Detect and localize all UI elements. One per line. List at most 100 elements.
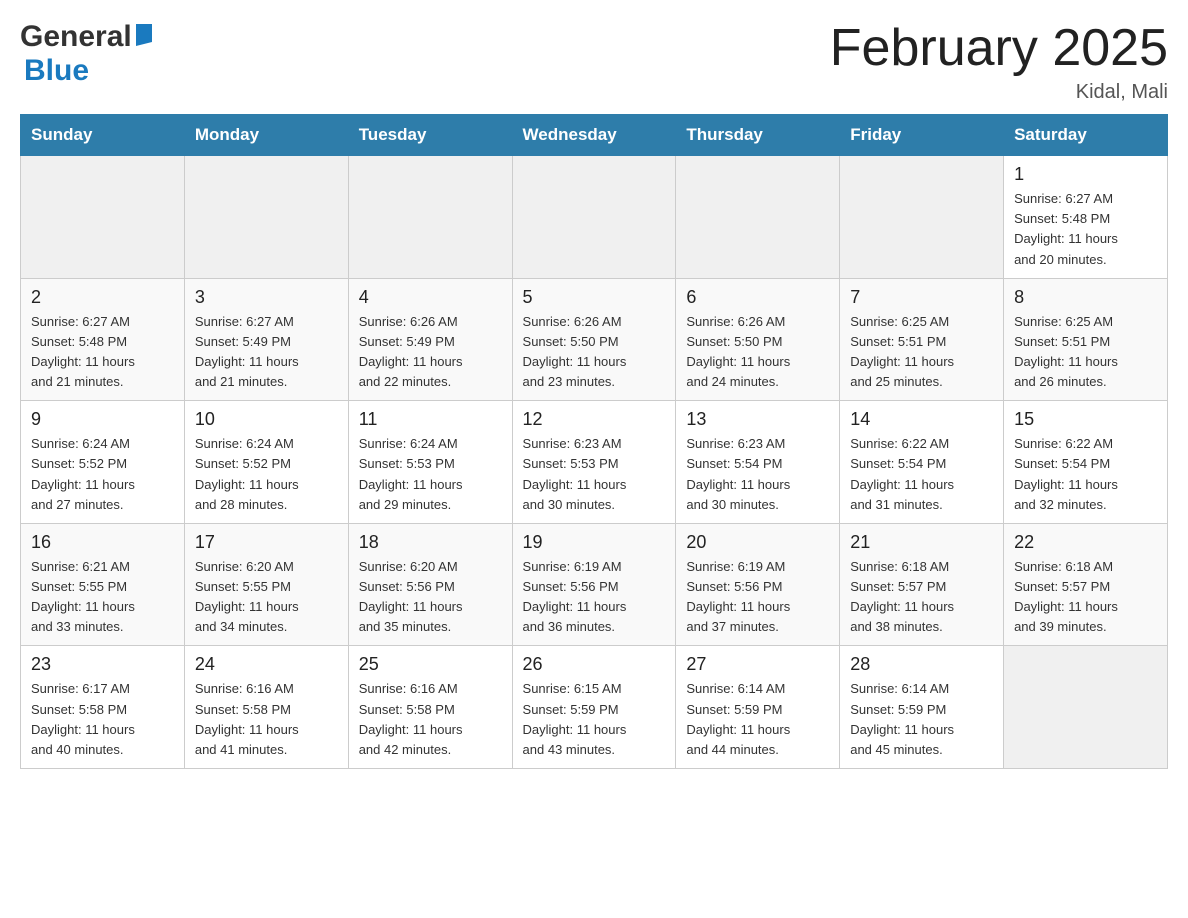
day-info: Sunrise: 6:27 AM Sunset: 5:49 PM Dayligh… (195, 312, 338, 393)
calendar-cell: 22 Sunrise: 6:18 AM Sunset: 5:57 PM Dayli… (1004, 523, 1168, 646)
day-info: Sunrise: 6:15 AM Sunset: 5:59 PM Dayligh… (523, 679, 666, 760)
day-number: 25 (359, 654, 502, 675)
day-info: Sunrise: 6:18 AM Sunset: 5:57 PM Dayligh… (1014, 557, 1157, 638)
calendar-cell: 5 Sunrise: 6:26 AM Sunset: 5:50 PM Daylig… (512, 278, 676, 401)
day-info: Sunrise: 6:25 AM Sunset: 5:51 PM Dayligh… (850, 312, 993, 393)
calendar-cell: 17 Sunrise: 6:20 AM Sunset: 5:55 PM Dayli… (184, 523, 348, 646)
weekday-header-monday: Monday (184, 115, 348, 156)
day-number: 5 (523, 287, 666, 308)
day-number: 22 (1014, 532, 1157, 553)
location-label: Kidal, Mali (830, 81, 1168, 104)
calendar-cell: 9Sunrise: 6:24 AM Sunset: 5:52 PM Daylig… (21, 401, 185, 524)
calendar-cell: 12 Sunrise: 6:23 AM Sunset: 5:53 PM Dayli… (512, 401, 676, 524)
logo-flag-icon (134, 24, 154, 51)
calendar-week-row: 16 Sunrise: 6:21 AM Sunset: 5:55 PM Dayli… (21, 523, 1168, 646)
calendar-cell: 16 Sunrise: 6:21 AM Sunset: 5:55 PM Dayli… (21, 523, 185, 646)
day-info: Sunrise: 6:26 AM Sunset: 5:50 PM Dayligh… (686, 312, 829, 393)
day-info: Sunrise: 6:16 AM Sunset: 5:58 PM Dayligh… (195, 679, 338, 760)
weekday-header-saturday: Saturday (1004, 115, 1168, 156)
day-number: 16 (31, 532, 174, 553)
calendar-cell: 14 Sunrise: 6:22 AM Sunset: 5:54 PM Dayli… (840, 401, 1004, 524)
calendar-cell: 19 Sunrise: 6:19 AM Sunset: 5:56 PM Dayli… (512, 523, 676, 646)
day-info: Sunrise: 6:17 AM Sunset: 5:58 PM Dayligh… (31, 679, 174, 760)
day-info: Sunrise: 6:19 AM Sunset: 5:56 PM Dayligh… (686, 557, 829, 638)
day-number: 18 (359, 532, 502, 553)
calendar-cell (512, 156, 676, 279)
day-info: Sunrise: 6:27 AM Sunset: 5:48 PM Dayligh… (31, 312, 174, 393)
calendar-cell: 21 Sunrise: 6:18 AM Sunset: 5:57 PM Dayli… (840, 523, 1004, 646)
day-number: 15 (1014, 409, 1157, 430)
calendar-cell: 18 Sunrise: 6:20 AM Sunset: 5:56 PM Dayli… (348, 523, 512, 646)
day-number: 6 (686, 287, 829, 308)
day-info: Sunrise: 6:27 AM Sunset: 5:48 PM Dayligh… (1014, 189, 1157, 270)
day-info: Sunrise: 6:20 AM Sunset: 5:55 PM Dayligh… (195, 557, 338, 638)
calendar-cell: 4Sunrise: 6:26 AM Sunset: 5:49 PM Daylig… (348, 278, 512, 401)
calendar-week-row: 23 Sunrise: 6:17 AM Sunset: 5:58 PM Dayli… (21, 646, 1168, 769)
calendar-week-row: 2 Sunrise: 6:27 AM Sunset: 5:48 PM Daylig… (21, 278, 1168, 401)
day-info: Sunrise: 6:14 AM Sunset: 5:59 PM Dayligh… (850, 679, 993, 760)
calendar-cell: 24 Sunrise: 6:16 AM Sunset: 5:58 PM Dayli… (184, 646, 348, 769)
calendar-cell (1004, 646, 1168, 769)
calendar-week-row: 9Sunrise: 6:24 AM Sunset: 5:52 PM Daylig… (21, 401, 1168, 524)
calendar-cell (676, 156, 840, 279)
weekday-header-row: SundayMondayTuesdayWednesdayThursdayFrid… (21, 115, 1168, 156)
day-info: Sunrise: 6:21 AM Sunset: 5:55 PM Dayligh… (31, 557, 174, 638)
day-number: 8 (1014, 287, 1157, 308)
calendar-cell: 10 Sunrise: 6:24 AM Sunset: 5:52 PM Dayli… (184, 401, 348, 524)
weekday-header-wednesday: Wednesday (512, 115, 676, 156)
day-number: 19 (523, 532, 666, 553)
weekday-header-friday: Friday (840, 115, 1004, 156)
calendar-cell (840, 156, 1004, 279)
day-info: Sunrise: 6:14 AM Sunset: 5:59 PM Dayligh… (686, 679, 829, 760)
weekday-header-tuesday: Tuesday (348, 115, 512, 156)
day-number: 17 (195, 532, 338, 553)
calendar-cell: 15 Sunrise: 6:22 AM Sunset: 5:54 PM Dayli… (1004, 401, 1168, 524)
day-info: Sunrise: 6:24 AM Sunset: 5:53 PM Dayligh… (359, 434, 502, 515)
day-number: 1 (1014, 164, 1157, 185)
day-number: 28 (850, 654, 993, 675)
day-info: Sunrise: 6:23 AM Sunset: 5:54 PM Dayligh… (686, 434, 829, 515)
day-info: Sunrise: 6:24 AM Sunset: 5:52 PM Dayligh… (195, 434, 338, 515)
day-number: 23 (31, 654, 174, 675)
day-number: 20 (686, 532, 829, 553)
day-number: 26 (523, 654, 666, 675)
day-number: 24 (195, 654, 338, 675)
day-number: 10 (195, 409, 338, 430)
month-title: February 2025 (830, 20, 1168, 77)
day-number: 12 (523, 409, 666, 430)
day-number: 11 (359, 409, 502, 430)
day-number: 27 (686, 654, 829, 675)
day-info: Sunrise: 6:19 AM Sunset: 5:56 PM Dayligh… (523, 557, 666, 638)
day-info: Sunrise: 6:22 AM Sunset: 5:54 PM Dayligh… (1014, 434, 1157, 515)
calendar-cell (21, 156, 185, 279)
calendar-cell: 26 Sunrise: 6:15 AM Sunset: 5:59 PM Dayli… (512, 646, 676, 769)
day-number: 3 (195, 287, 338, 308)
page-header: General Blue February 2025 Kidal, Mali (20, 20, 1168, 104)
calendar-cell: 23 Sunrise: 6:17 AM Sunset: 5:58 PM Dayli… (21, 646, 185, 769)
logo-general-text: General (20, 20, 132, 54)
day-number: 7 (850, 287, 993, 308)
calendar-cell (348, 156, 512, 279)
day-info: Sunrise: 6:26 AM Sunset: 5:50 PM Dayligh… (523, 312, 666, 393)
weekday-header-thursday: Thursday (676, 115, 840, 156)
calendar-cell (184, 156, 348, 279)
title-section: February 2025 Kidal, Mali (830, 20, 1168, 104)
day-info: Sunrise: 6:16 AM Sunset: 5:58 PM Dayligh… (359, 679, 502, 760)
calendar-cell: 1 Sunrise: 6:27 AM Sunset: 5:48 PM Daylig… (1004, 156, 1168, 279)
day-number: 14 (850, 409, 993, 430)
calendar-cell: 20 Sunrise: 6:19 AM Sunset: 5:56 PM Dayli… (676, 523, 840, 646)
day-info: Sunrise: 6:23 AM Sunset: 5:53 PM Dayligh… (523, 434, 666, 515)
calendar-week-row: 1 Sunrise: 6:27 AM Sunset: 5:48 PM Daylig… (21, 156, 1168, 279)
day-number: 2 (31, 287, 174, 308)
day-number: 21 (850, 532, 993, 553)
day-info: Sunrise: 6:20 AM Sunset: 5:56 PM Dayligh… (359, 557, 502, 638)
day-info: Sunrise: 6:22 AM Sunset: 5:54 PM Dayligh… (850, 434, 993, 515)
calendar-cell: 3 Sunrise: 6:27 AM Sunset: 5:49 PM Daylig… (184, 278, 348, 401)
calendar-cell: 13Sunrise: 6:23 AM Sunset: 5:54 PM Dayli… (676, 401, 840, 524)
calendar-cell: 6 Sunrise: 6:26 AM Sunset: 5:50 PM Daylig… (676, 278, 840, 401)
day-info: Sunrise: 6:18 AM Sunset: 5:57 PM Dayligh… (850, 557, 993, 638)
calendar-cell: 2 Sunrise: 6:27 AM Sunset: 5:48 PM Daylig… (21, 278, 185, 401)
day-number: 4 (359, 287, 502, 308)
weekday-header-sunday: Sunday (21, 115, 185, 156)
day-info: Sunrise: 6:25 AM Sunset: 5:51 PM Dayligh… (1014, 312, 1157, 393)
